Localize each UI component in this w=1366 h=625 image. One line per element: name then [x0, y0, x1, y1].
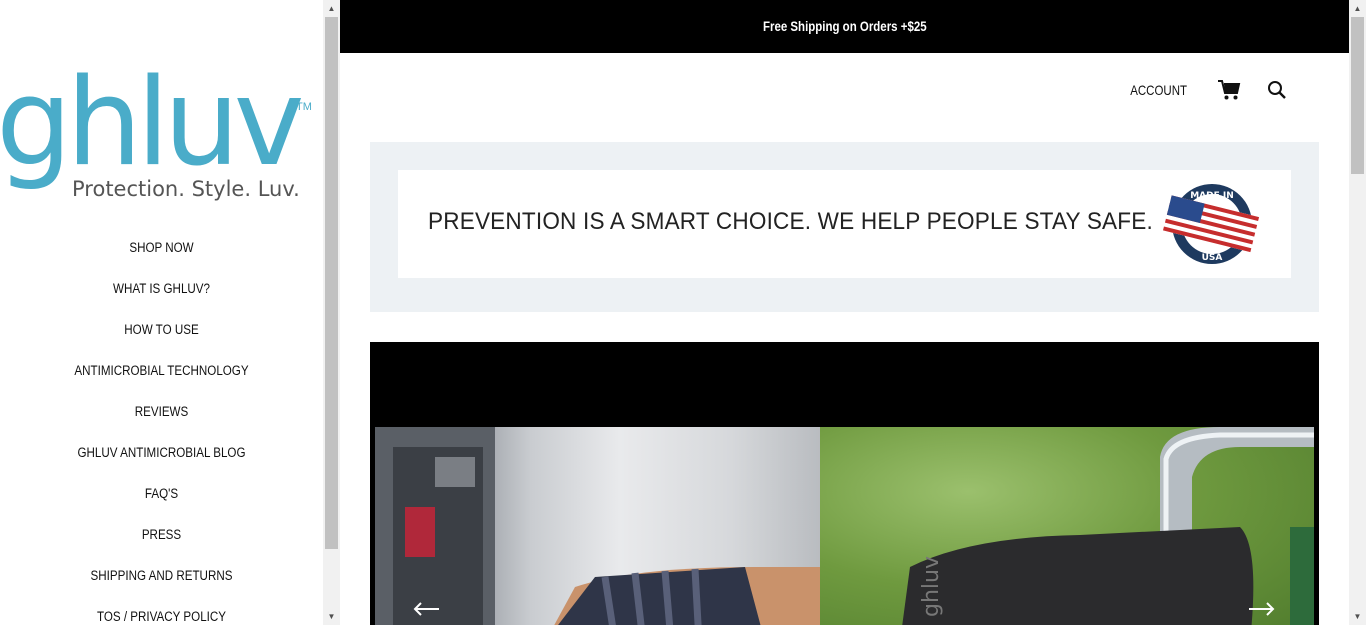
- nav-item-shop-now[interactable]: SHOP NOW: [23, 228, 301, 269]
- glove-brand-text: ghluv: [919, 556, 944, 617]
- ghluv-logo[interactable]: ghluv TM Protection. Style. Luv.: [0, 54, 323, 208]
- sidebar: ghluv TM Protection. Style. Luv. SHOP NO…: [0, 0, 323, 625]
- image-slider[interactable]: ghluv: [370, 342, 1319, 625]
- nav-item-shipping-returns[interactable]: SHIPPING AND RETURNS: [23, 556, 301, 597]
- nav-item-blog[interactable]: GHLUV ANTIMICROBIAL BLOG: [23, 433, 301, 474]
- made-in-usa-badge: MADE IN USA: [1163, 184, 1260, 264]
- promo-banner-inner: PREVENTION IS A SMART CHOICE. WE HELP PE…: [398, 170, 1291, 278]
- badge-bottom-text: USA: [1202, 253, 1223, 263]
- slide-image-elevator: [375, 427, 820, 625]
- promo-banner-text: PREVENTION IS A SMART CHOICE. WE HELP PE…: [428, 208, 1153, 235]
- header-links: ACCOUNT: [1124, 75, 1289, 105]
- nav-item-how-to-use[interactable]: HOW TO USE: [23, 310, 301, 351]
- main-content: Free Shipping on Orders +$25 ACCOUNT PRE…: [340, 0, 1349, 625]
- logo-tagline: Protection. Style. Luv.: [72, 177, 300, 201]
- page-scrollbar[interactable]: ▲ ▼: [1349, 0, 1366, 625]
- page-scroll-down-arrow-icon[interactable]: ▼: [1349, 608, 1366, 625]
- announcement-bar: Free Shipping on Orders +$25: [340, 0, 1349, 53]
- page-scroll-up-arrow-icon[interactable]: ▲: [1349, 0, 1366, 17]
- nav-item-reviews[interactable]: REVIEWS: [23, 392, 301, 433]
- logo-wordmark: ghluv: [0, 68, 302, 193]
- arrow-left-icon[interactable]: [411, 599, 443, 619]
- cart-icon[interactable]: [1217, 78, 1241, 102]
- nav-item-tos-privacy[interactable]: TOS / PRIVACY POLICY: [23, 597, 301, 625]
- announcement-text: Free Shipping on Orders +$25: [762, 18, 927, 34]
- arrow-right-icon[interactable]: [1245, 599, 1277, 619]
- logo-trademark: TM: [296, 101, 312, 113]
- nav-item-antimicrobial-technology[interactable]: ANTIMICROBIAL TECHNOLOGY: [23, 351, 301, 392]
- promo-banner[interactable]: PREVENTION IS A SMART CHOICE. WE HELP PE…: [370, 142, 1319, 312]
- account-link[interactable]: ACCOUNT: [1130, 82, 1187, 98]
- slide-image-door-handle: ghluv: [820, 427, 1314, 625]
- scroll-down-arrow-icon[interactable]: ▼: [323, 608, 340, 625]
- badge-top-text: MADE IN: [1190, 191, 1234, 201]
- search-icon[interactable]: [1265, 78, 1289, 102]
- nav-item-press[interactable]: PRESS: [23, 515, 301, 556]
- sidebar-nav: SHOP NOW WHAT IS GHLUV? HOW TO USE ANTIM…: [0, 228, 323, 625]
- scroll-up-arrow-icon[interactable]: ▲: [323, 0, 340, 17]
- nav-item-faqs[interactable]: FAQ'S: [23, 474, 301, 515]
- sidebar-scrollbar[interactable]: ▲ ▼: [323, 0, 340, 625]
- page-scroll-thumb[interactable]: [1351, 17, 1364, 174]
- nav-item-what-is-ghluv[interactable]: WHAT IS GHLUV?: [23, 269, 301, 310]
- sidebar-scroll-thumb[interactable]: [325, 17, 338, 549]
